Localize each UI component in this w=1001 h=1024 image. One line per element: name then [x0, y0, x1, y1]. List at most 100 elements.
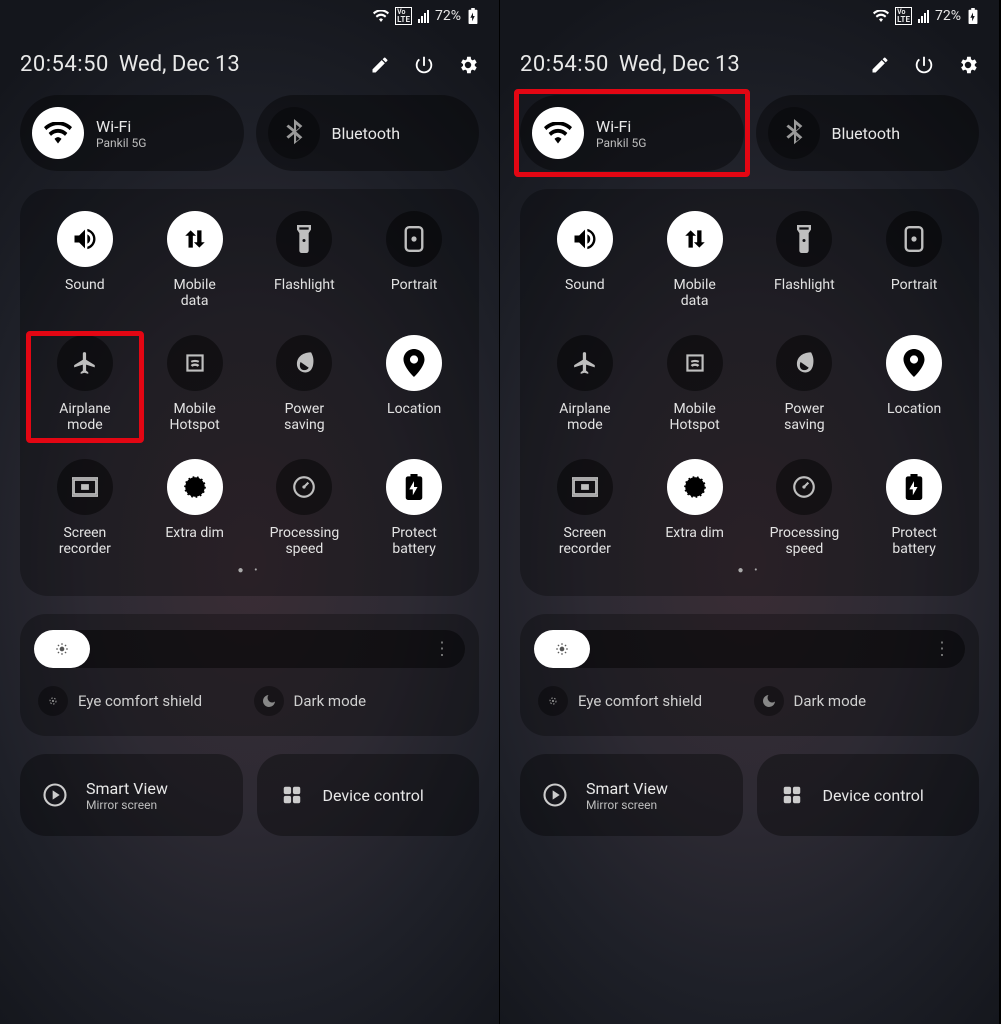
tile-protect-bat[interactable]: Protectbattery	[359, 459, 469, 559]
signal-icon	[918, 10, 929, 23]
flashlight-icon	[276, 211, 332, 267]
wifi-status-icon	[873, 10, 889, 22]
phone-left: VoLTE 72% 20:54:50 Wed, Dec 13	[0, 0, 500, 1024]
location-icon	[886, 335, 942, 391]
protect-bat-icon	[886, 459, 942, 515]
tile-protect-bat[interactable]: Protectbattery	[859, 459, 969, 559]
tile-location[interactable]: Location	[859, 335, 969, 435]
tile-airplane[interactable]: Airplanemode	[30, 335, 140, 435]
mobile-data-icon	[667, 211, 723, 267]
settings-icon[interactable]	[957, 54, 979, 76]
tile-mobile-data[interactable]: Mobiledata	[640, 211, 750, 311]
dark-mode-toggle[interactable]: Dark mode	[750, 680, 966, 722]
page-dots[interactable]: ● •	[30, 565, 469, 576]
sound-label: Sound	[65, 277, 105, 311]
power-saving-label: Powersaving	[784, 401, 825, 435]
mobile-data-icon	[167, 211, 223, 267]
tile-screen-rec[interactable]: Screenrecorder	[30, 459, 140, 559]
smartview-card[interactable]: Smart View Mirror screen	[520, 754, 743, 836]
eye-comfort-icon	[38, 686, 68, 716]
wifi-pill[interactable]: Wi-Fi Pankil 5G	[20, 95, 244, 171]
smartview-label: Smart View	[86, 779, 168, 798]
devicectrl-label: Device control	[323, 786, 424, 805]
signal-icon	[418, 10, 429, 23]
dark-mode-toggle[interactable]: Dark mode	[250, 680, 466, 722]
tile-hotspot[interactable]: MobileHotspot	[140, 335, 250, 435]
power-icon[interactable]	[413, 54, 435, 76]
wifi-label: Wi-Fi	[96, 117, 146, 136]
power-icon[interactable]	[913, 54, 935, 76]
flashlight-icon	[776, 211, 832, 267]
hotspot-icon	[167, 335, 223, 391]
bluetooth-icon	[768, 107, 820, 159]
battery-pct: 72%	[935, 8, 961, 24]
eye-comfort-label: Eye comfort shield	[78, 692, 202, 710]
sun-icon	[555, 642, 569, 656]
header: 20:54:50 Wed, Dec 13	[520, 52, 979, 77]
tile-power-saving[interactable]: Powersaving	[250, 335, 360, 435]
tile-flashlight[interactable]: Flashlight	[250, 211, 360, 311]
tile-power-saving[interactable]: Powersaving	[750, 335, 860, 435]
eye-comfort-icon	[538, 686, 568, 716]
wifi-icon	[532, 107, 584, 159]
settings-icon[interactable]	[457, 54, 479, 76]
wifi-status-icon	[373, 10, 389, 22]
bluetooth-pill[interactable]: Bluetooth	[256, 95, 480, 171]
flashlight-label: Flashlight	[274, 277, 335, 311]
tile-extra-dim[interactable]: Extra dim	[640, 459, 750, 559]
devicectrl-label: Device control	[823, 786, 924, 805]
slider-menu-icon[interactable]: ⋮	[933, 639, 951, 660]
mobile-data-label: Mobiledata	[173, 277, 215, 311]
time: 20:54:50	[20, 52, 109, 77]
tile-proc-speed[interactable]: Processingspeed	[750, 459, 860, 559]
location-icon	[386, 335, 442, 391]
tile-screen-rec[interactable]: Screenrecorder	[530, 459, 640, 559]
tile-hotspot[interactable]: MobileHotspot	[640, 335, 750, 435]
battery-pct: 72%	[435, 8, 461, 24]
dark-mode-label: Dark mode	[294, 692, 367, 710]
tile-portrait[interactable]: Portrait	[359, 211, 469, 311]
brightness-slider[interactable]: ⋮	[534, 630, 965, 668]
airplane-icon	[557, 335, 613, 391]
tile-portrait[interactable]: Portrait	[859, 211, 969, 311]
eye-comfort-toggle[interactable]: Eye comfort shield	[534, 680, 750, 722]
devicectrl-card[interactable]: Device control	[257, 754, 480, 836]
page-dots[interactable]: ● •	[530, 565, 969, 576]
proc-speed-icon	[776, 459, 832, 515]
tile-flashlight[interactable]: Flashlight	[750, 211, 860, 311]
smartview-label: Smart View	[586, 779, 668, 798]
airplane-label: Airplanemode	[559, 401, 610, 435]
tile-location[interactable]: Location	[359, 335, 469, 435]
edit-icon[interactable]	[869, 54, 891, 76]
devicectrl-card[interactable]: Device control	[757, 754, 980, 836]
eye-comfort-toggle[interactable]: Eye comfort shield	[34, 680, 250, 722]
bluetooth-label: Bluetooth	[832, 124, 901, 143]
mobile-data-label: Mobiledata	[673, 277, 715, 311]
edit-icon[interactable]	[369, 54, 391, 76]
smartview-card[interactable]: Smart View Mirror screen	[20, 754, 243, 836]
portrait-icon	[886, 211, 942, 267]
tile-sound[interactable]: Sound	[30, 211, 140, 311]
status-bar: VoLTE 72%	[20, 0, 479, 26]
devicectrl-icon	[275, 778, 309, 812]
tiles-panel: Sound Mobiledata FlashlightPortrait Airplan…	[520, 189, 979, 596]
portrait-icon	[386, 211, 442, 267]
tile-sound[interactable]: Sound	[530, 211, 640, 311]
bluetooth-icon	[268, 107, 320, 159]
brightness-slider[interactable]: ⋮	[34, 630, 465, 668]
portrait-label: Portrait	[391, 277, 437, 311]
bluetooth-label: Bluetooth	[332, 124, 401, 143]
tile-airplane[interactable]: Airplanemode	[530, 335, 640, 435]
tile-proc-speed[interactable]: Processingspeed	[250, 459, 360, 559]
protect-bat-icon	[386, 459, 442, 515]
wifi-pill[interactable]: Wi-Fi Pankil 5G	[520, 95, 744, 171]
wifi-sub: Pankil 5G	[96, 136, 146, 150]
date: Wed, Dec 13	[119, 52, 240, 77]
airplane-label: Airplanemode	[59, 401, 110, 435]
tile-extra-dim[interactable]: Extra dim	[140, 459, 250, 559]
tile-mobile-data[interactable]: Mobiledata	[140, 211, 250, 311]
hotspot-icon	[667, 335, 723, 391]
bluetooth-pill[interactable]: Bluetooth	[756, 95, 980, 171]
slider-menu-icon[interactable]: ⋮	[433, 639, 451, 660]
protect-bat-label: Protectbattery	[891, 525, 936, 559]
